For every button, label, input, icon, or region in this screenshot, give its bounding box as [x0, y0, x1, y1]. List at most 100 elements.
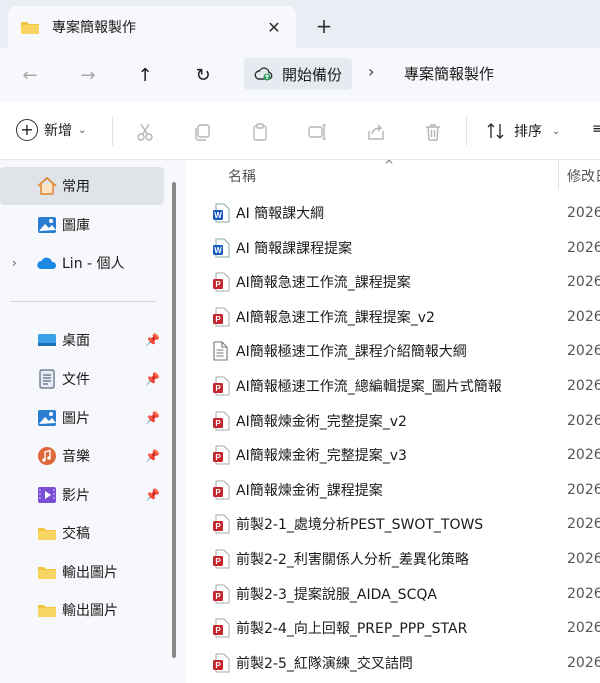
sort-button[interactable]: 排序 ⌄	[486, 121, 560, 141]
sidebar-scrollbar[interactable]	[172, 182, 176, 658]
chevron-down-icon: ⌄	[78, 124, 87, 136]
file-row[interactable]: P 前製2-1_處境分析PEST_SWOT_TOWS 2026/	[186, 507, 600, 541]
svg-text:P: P	[215, 280, 221, 289]
breadcrumb-separator-icon[interactable]: ›	[368, 62, 374, 81]
file-name: AI簡報急速工作流_課程提案	[236, 275, 411, 292]
chevron-right-icon[interactable]: ›	[12, 256, 17, 270]
sidebar-item-folder[interactable]: 交稿	[0, 514, 164, 552]
cut-icon[interactable]	[133, 120, 157, 144]
file-row[interactable]: P AI簡報煉金術_完整提案_v3 2026/	[186, 438, 600, 472]
file-name: 前製2-2_利害關係人分析_差異化策略	[236, 552, 469, 568]
sidebar-item-documents[interactable]: 文件 📌	[0, 360, 164, 398]
sidebar-item-music[interactable]: 音樂 📌	[0, 437, 164, 475]
sidebar-item-onedrive[interactable]: › Lin - 個人	[0, 244, 164, 282]
file-row[interactable]: W AI 簡報課課程提案 2026/	[186, 231, 600, 265]
sidebar-item-label: 交稿	[62, 526, 90, 542]
up-arrow-icon[interactable]: ↑	[131, 61, 159, 89]
view-options-icon[interactable]: ≡	[592, 121, 600, 137]
refresh-icon[interactable]: ↻	[189, 61, 217, 89]
videos-icon	[36, 484, 58, 506]
svg-text:W: W	[214, 211, 222, 220]
sidebar-item-folder[interactable]: 輸出圖片	[0, 553, 164, 591]
file-modified-date: 2026/	[567, 585, 600, 602]
pdf-file-icon: P	[212, 653, 230, 673]
address-bar-row: ← → ↑ ↻ 開始備份 › 專案簡報製作	[0, 48, 600, 102]
sidebar-item-label: 輸出圖片	[62, 565, 118, 581]
file-modified-date: 2026/	[567, 412, 600, 429]
folder-icon	[36, 561, 58, 583]
file-name: 前製2-5_紅隊演練_交叉詰問	[236, 655, 413, 672]
pdf-file-icon: P	[212, 445, 230, 465]
pdf-file-icon: P	[212, 584, 230, 604]
sidebar-item-gallery[interactable]: 圖庫	[0, 206, 164, 244]
breadcrumb-root[interactable]: 開始備份	[244, 58, 353, 90]
chevron-down-icon: ⌄	[552, 125, 561, 137]
file-modified-date: 2026/	[567, 343, 600, 360]
file-row[interactable]: P AI簡報急速工作流_課程提案_v2 2026/	[186, 300, 600, 334]
sidebar-item-label: 常用	[62, 179, 90, 195]
file-name: 前製2-1_處境分析PEST_SWOT_TOWS	[236, 517, 484, 534]
pin-icon[interactable]: 📌	[145, 449, 160, 463]
file-row[interactable]: P AI簡報煉金術_課程提案 2026/	[186, 473, 600, 507]
file-name: 前製2-3_提案說服_AIDA_SCQA	[236, 586, 437, 603]
sidebar-divider	[10, 301, 156, 302]
file-row[interactable]: P 前製2-4_向上回報_PREP_PPP_STAR 2026/	[186, 611, 600, 645]
pdf-file-icon: P	[212, 411, 230, 431]
file-row[interactable]: P AI簡報急速工作流_課程提案 2026/	[186, 265, 600, 299]
pictures-icon	[36, 407, 58, 429]
sidebar-item-folder[interactable]: 輸出圖片	[0, 591, 164, 629]
file-modified-date: 2026/	[567, 447, 600, 464]
file-modified-date: 2026/	[567, 481, 600, 498]
pin-icon[interactable]: 📌	[145, 488, 160, 502]
svg-text:P: P	[215, 419, 221, 428]
close-tab-icon[interactable]: ✕	[260, 13, 288, 41]
file-row[interactable]: W AI 簡報課大綱 2026/	[186, 196, 600, 230]
column-divider[interactable]	[558, 160, 559, 190]
rename-icon[interactable]	[305, 120, 329, 144]
file-row[interactable]: P 前製2-2_利害關係人分析_差異化策略 2026/	[186, 542, 600, 576]
sidebar-item-videos[interactable]: 影片 📌	[0, 476, 164, 514]
new-tab-button[interactable]: +	[310, 12, 338, 40]
file-modified-date: 2026/	[567, 239, 600, 256]
file-modified-date: 2026/	[567, 620, 600, 637]
breadcrumb-root-label: 開始備份	[282, 65, 343, 84]
file-name: AI簡報極速工作流_總編輯提案_圖片式簡報	[236, 379, 502, 395]
column-header-name[interactable]: 名稱	[228, 166, 256, 186]
svg-text:P: P	[215, 488, 221, 497]
file-row[interactable]: P 前製2-3_提案說服_AIDA_SCQA 2026/	[186, 577, 600, 611]
paste-icon[interactable]	[248, 120, 272, 144]
command-bar: + 新增 ⌄ 排序 ⌄ ≡	[0, 102, 600, 160]
file-row[interactable]: P AI簡報極速工作流_總編輯提案_圖片式簡報 2026/	[186, 369, 600, 403]
sidebar-item-label: 圖片	[62, 411, 90, 427]
file-modified-date: 2026/	[567, 308, 600, 325]
file-row[interactable]: P 前製2-5_紅隊演練_交叉詰問 2026/	[186, 646, 600, 680]
back-arrow-icon[interactable]: ←	[16, 61, 44, 89]
plus-circle-icon: +	[16, 119, 38, 141]
file-name: AI簡報極速工作流_課程介紹簡報大綱	[236, 344, 467, 361]
share-icon[interactable]	[364, 120, 388, 144]
sidebar-item-home[interactable]: 常用	[0, 167, 164, 205]
new-button-label: 新增	[44, 123, 72, 139]
file-row[interactable]: P AI簡報煉金術_完整提案_v2 2026/	[186, 404, 600, 438]
pin-icon[interactable]: 📌	[145, 333, 160, 347]
pdf-file-icon: P	[212, 480, 230, 500]
forward-arrow-icon[interactable]: →	[74, 61, 102, 89]
file-row[interactable]: AI簡報極速工作流_課程介紹簡報大綱 2026/	[186, 334, 600, 368]
column-header-modified[interactable]: 修改日	[567, 166, 600, 186]
gallery-icon	[36, 214, 58, 236]
sidebar-item-desktop[interactable]: 桌面 📌	[0, 321, 164, 359]
sidebar-item-label: 音樂	[62, 449, 90, 465]
copy-icon[interactable]	[190, 120, 214, 144]
tab-current-folder[interactable]: 專案簡報製作 ✕	[8, 6, 296, 48]
svg-text:W: W	[214, 246, 222, 255]
sidebar-item-pictures[interactable]: 圖片 📌	[0, 399, 164, 437]
pdf-file-icon: P	[212, 618, 230, 638]
new-button[interactable]: + 新增 ⌄	[16, 119, 86, 141]
pin-icon[interactable]: 📌	[145, 372, 160, 386]
file-modified-date: 2026/	[567, 654, 600, 671]
pin-icon[interactable]: 📌	[145, 411, 160, 425]
breadcrumb-current[interactable]: 專案簡報製作	[404, 63, 494, 84]
file-name: AI 簡報課課程提案	[236, 240, 353, 257]
file-name: AI簡報煉金術_完整提案_v3	[236, 448, 407, 465]
delete-icon[interactable]	[421, 120, 445, 144]
